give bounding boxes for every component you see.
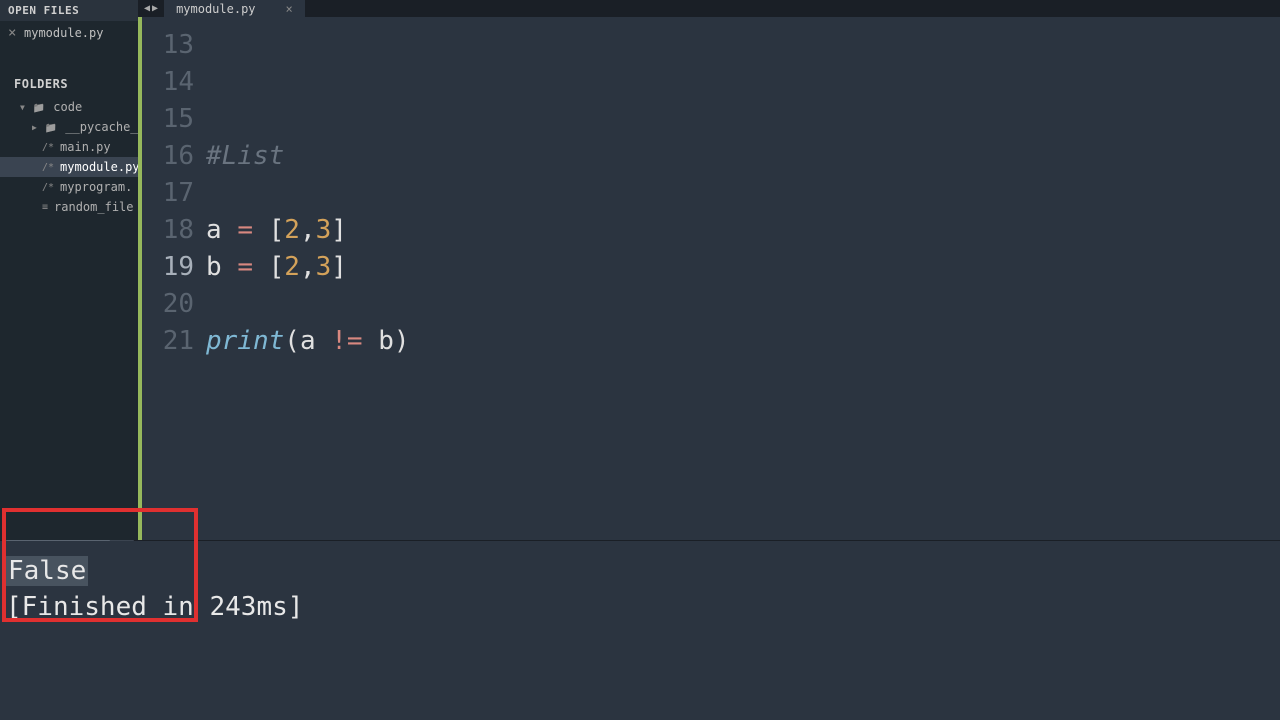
folder-label: __pycache__ [65,120,138,134]
line-number: 19 [142,249,194,286]
code-line[interactable] [206,286,1280,323]
line-number: 16 [142,138,194,175]
nav-prev-icon[interactable]: ◀ [144,3,150,14]
output-text: False [Finished in 243ms] [0,541,1280,637]
file-label: mymodule.py [60,160,138,174]
code-line[interactable]: print(a != b) [206,323,1280,360]
tab-nav: ◀ ▶ [138,3,164,14]
line-number: 14 [142,64,194,101]
output-finished: [Finished in 243ms] [6,589,1274,625]
nav-next-icon[interactable]: ▶ [152,3,158,14]
code-line[interactable]: a = [2,3] [206,212,1280,249]
editor[interactable]: 131415161718192021 #List a = [2,3]b = [2,… [138,17,1280,540]
folder-label: code [53,100,82,114]
file-label: main.py [60,140,111,154]
close-icon[interactable]: × [286,2,293,16]
tab-bar: ◀ ▶ mymodule.py × [138,0,1280,17]
open-file-item[interactable]: mymodule.py [0,21,138,45]
output-panel: False [Finished in 243ms] [0,540,1280,720]
file-icon: /* [42,162,54,173]
folders-header: FOLDERS [0,45,138,95]
line-number: 21 [142,323,194,360]
sidebar: OPEN FILES mymodule.py FOLDERS code __py… [0,0,138,540]
line-number: 20 [142,286,194,323]
open-file-name: mymodule.py [24,26,103,40]
file-icon: ≡ [42,202,48,213]
tab-label: mymodule.py [176,2,255,16]
open-files-header: OPEN FILES [0,0,138,21]
code-line[interactable]: b = [2,3] [206,249,1280,286]
code-line[interactable] [206,27,1280,64]
code-line[interactable]: #List [206,138,1280,175]
file-icon: /* [42,182,54,193]
file-mymodule[interactable]: /* mymodule.py [0,157,138,177]
line-number: 17 [142,175,194,212]
folder-pycache[interactable]: __pycache__ [0,117,138,137]
line-number: 13 [142,27,194,64]
line-number: 15 [142,101,194,138]
file-random[interactable]: ≡ random_file [0,197,138,217]
code-area[interactable]: #List a = [2,3]b = [2,3] print(a != b) [206,17,1280,540]
file-label: myprogram. [60,180,132,194]
folder-icon [45,120,61,134]
file-main[interactable]: /* main.py [0,137,138,157]
line-number: 18 [142,212,194,249]
folder-tree: code __pycache__ /* main.py /* mymodule.… [0,95,138,219]
output-result: False [6,556,88,586]
folder-root[interactable]: code [0,97,138,117]
code-line[interactable] [206,64,1280,101]
file-icon: /* [42,142,54,153]
line-gutter: 131415161718192021 [142,17,206,540]
code-line[interactable] [206,101,1280,138]
file-myprogram[interactable]: /* myprogram. [0,177,138,197]
tab-active[interactable]: mymodule.py × [164,0,305,18]
folder-icon [33,100,49,114]
file-label: random_file [54,200,133,214]
code-line[interactable] [206,175,1280,212]
